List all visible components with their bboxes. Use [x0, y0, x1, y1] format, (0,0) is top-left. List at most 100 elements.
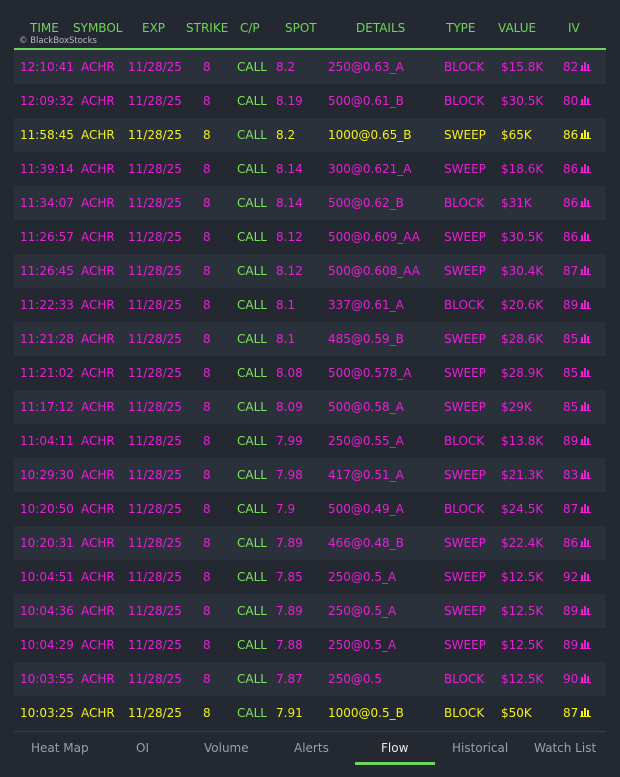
bar-chart-icon[interactable]	[580, 129, 591, 139]
cell-spot: 7.88	[276, 638, 303, 652]
table-row[interactable]: 11:26:57 ACHR 11/28/25 8 CALL 8.12 500@0.609_A…	[14, 220, 606, 254]
tab-historical[interactable]: Historical	[452, 741, 508, 755]
column-header-value[interactable]: VALUE	[498, 21, 536, 35]
bar-chart-icon[interactable]	[580, 95, 591, 105]
cell-time: 11:58:45	[20, 128, 74, 142]
bar-chart-icon[interactable]	[580, 231, 591, 241]
cell-spot: 8.09	[276, 400, 303, 414]
table-row[interactable]: 10:04:51 ACHR 11/28/25 8 CALL 7.85 250@0.5_A SW…	[14, 560, 606, 594]
cell-strike: 8	[203, 434, 211, 448]
bar-chart-icon[interactable]	[580, 503, 591, 513]
cell-type: BLOCK	[444, 196, 485, 210]
cell-symbol: ACHR	[81, 502, 115, 516]
table-row[interactable]: 10:20:31 ACHR 11/28/25 8 CALL 7.89 466@0.48_B S…	[14, 526, 606, 560]
cell-iv: 86	[563, 230, 579, 244]
bar-chart-icon[interactable]	[580, 571, 591, 581]
table-row[interactable]: 11:04:11 ACHR 11/28/25 8 CALL 7.99 250@0.55_A B…	[14, 424, 606, 458]
cell-cp: CALL	[237, 332, 267, 346]
bar-chart-icon[interactable]	[580, 537, 591, 547]
column-header-iv[interactable]: IV	[568, 21, 580, 35]
column-header-details[interactable]: DETAILS	[356, 21, 405, 35]
table-row[interactable]: 12:09:32 ACHR 11/28/25 8 CALL 8.19 500@0.61_B B…	[14, 84, 606, 118]
bar-chart-icon[interactable]	[580, 435, 591, 445]
cell-type: BLOCK	[444, 502, 485, 516]
table-row[interactable]: 11:26:45 ACHR 11/28/25 8 CALL 8.12 500@0.608_A…	[14, 254, 606, 288]
cell-exp: 11/28/25	[128, 672, 182, 686]
cell-cp: CALL	[237, 366, 267, 380]
table-row[interactable]: 11:34:07 ACHR 11/28/25 8 CALL 8.14 500@0.62_B B…	[14, 186, 606, 220]
bar-chart-icon[interactable]	[580, 707, 591, 717]
tab-alerts[interactable]: Alerts	[294, 741, 329, 755]
cell-symbol: ACHR	[81, 706, 115, 720]
cell-details: 500@0.578_A	[328, 366, 412, 380]
table-row[interactable]: 10:29:30 ACHR 11/28/25 8 CALL 7.98 417@0.51_A S…	[14, 458, 606, 492]
table-header: TIME SYMBOL EXP STRIKE C/P SPOT DETAILS …	[14, 0, 606, 50]
table-row[interactable]: 10:20:50 ACHR 11/28/25 8 CALL 7.9 500@0.49_A BL…	[14, 492, 606, 526]
cell-value: $18.6K	[501, 162, 544, 176]
cell-exp: 11/28/25	[128, 502, 182, 516]
bar-chart-icon[interactable]	[580, 163, 591, 173]
tab-watch-list[interactable]: Watch List	[534, 741, 596, 755]
cell-details: 500@0.49_A	[328, 502, 404, 516]
column-header-cp[interactable]: C/P	[240, 21, 260, 35]
cell-time: 11:39:14	[20, 162, 74, 176]
bar-chart-icon[interactable]	[580, 367, 591, 377]
table-row[interactable]: 11:21:28 ACHR 11/28/25 8 CALL 8.1 485@0.59_B SW…	[14, 322, 606, 356]
bar-chart-icon[interactable]	[580, 61, 591, 71]
cell-details: 485@0.59_B	[328, 332, 404, 346]
column-header-type[interactable]: TYPE	[446, 21, 475, 35]
table-row[interactable]: 10:03:25 ACHR 11/28/25 8 CALL 7.91 1000@0.5_B B…	[14, 696, 606, 730]
cell-exp: 11/28/25	[128, 366, 182, 380]
cell-cp: CALL	[237, 60, 267, 74]
tab-oi[interactable]: OI	[136, 741, 149, 755]
table-row[interactable]: 10:03:55 ACHR 11/28/25 8 CALL 7.87 250@0.5 BLOC…	[14, 662, 606, 696]
cell-cp: CALL	[237, 434, 267, 448]
bar-chart-icon[interactable]	[580, 197, 591, 207]
bar-chart-icon[interactable]	[580, 299, 591, 309]
tab-volume[interactable]: Volume	[204, 741, 249, 755]
cell-time: 11:04:11	[20, 434, 74, 448]
cell-symbol: ACHR	[81, 264, 115, 278]
cell-time: 11:21:28	[20, 332, 74, 346]
cell-cp: CALL	[237, 706, 267, 720]
cell-spot: 8.14	[276, 162, 303, 176]
column-header-symbol[interactable]: SYMBOL	[73, 21, 122, 35]
cell-exp: 11/28/25	[128, 434, 182, 448]
tab-heat-map[interactable]: Heat Map	[31, 741, 89, 755]
table-row[interactable]: 12:10:41 ACHR 11/28/25 8 CALL 8.2 250@0.63_A BL…	[14, 50, 606, 84]
bar-chart-icon[interactable]	[580, 469, 591, 479]
bar-chart-icon[interactable]	[580, 605, 591, 615]
column-header-exp[interactable]: EXP	[142, 21, 165, 35]
cell-time: 10:20:31	[20, 536, 74, 550]
cell-symbol: ACHR	[81, 400, 115, 414]
column-header-time[interactable]: TIME	[30, 21, 59, 35]
column-header-spot[interactable]: SPOT	[285, 21, 317, 35]
table-row[interactable]: 10:04:36 ACHR 11/28/25 8 CALL 7.89 250@0.5_A SW…	[14, 594, 606, 628]
cell-strike: 8	[203, 400, 211, 414]
bar-chart-icon[interactable]	[580, 265, 591, 275]
column-header-strike[interactable]: STRIKE	[186, 21, 228, 35]
cell-strike: 8	[203, 502, 211, 516]
cell-symbol: ACHR	[81, 230, 115, 244]
bar-chart-icon[interactable]	[580, 333, 591, 343]
cell-symbol: ACHR	[81, 196, 115, 210]
cell-details: 250@0.55_A	[328, 434, 404, 448]
cell-exp: 11/28/25	[128, 196, 182, 210]
table-row[interactable]: 11:21:02 ACHR 11/28/25 8 CALL 8.08 500@0.578_A…	[14, 356, 606, 390]
bar-chart-icon[interactable]	[580, 401, 591, 411]
cell-iv: 89	[563, 638, 579, 652]
bar-chart-icon[interactable]	[580, 639, 591, 649]
table-row[interactable]: 11:58:45 ACHR 11/28/25 8 CALL 8.2 1000@0.65_B S…	[14, 118, 606, 152]
tab-flow[interactable]: Flow	[381, 741, 408, 755]
cell-strike: 8	[203, 536, 211, 550]
cell-cp: CALL	[237, 536, 267, 550]
table-row[interactable]: 11:17:12 ACHR 11/28/25 8 CALL 8.09 500@0.58_A S…	[14, 390, 606, 424]
cell-spot: 8.1	[276, 298, 296, 312]
table-row[interactable]: 10:04:29 ACHR 11/28/25 8 CALL 7.88 250@0.5_A SW…	[14, 628, 606, 662]
cell-cp: CALL	[237, 230, 267, 244]
cell-exp: 11/28/25	[128, 162, 182, 176]
table-row[interactable]: 11:39:14 ACHR 11/28/25 8 CALL 8.14 300@0.621_A…	[14, 152, 606, 186]
table-row[interactable]: 11:22:33 ACHR 11/28/25 8 CALL 8.1 337@0.61_A BL…	[14, 288, 606, 322]
cell-strike: 8	[203, 196, 211, 210]
bar-chart-icon[interactable]	[580, 673, 591, 683]
